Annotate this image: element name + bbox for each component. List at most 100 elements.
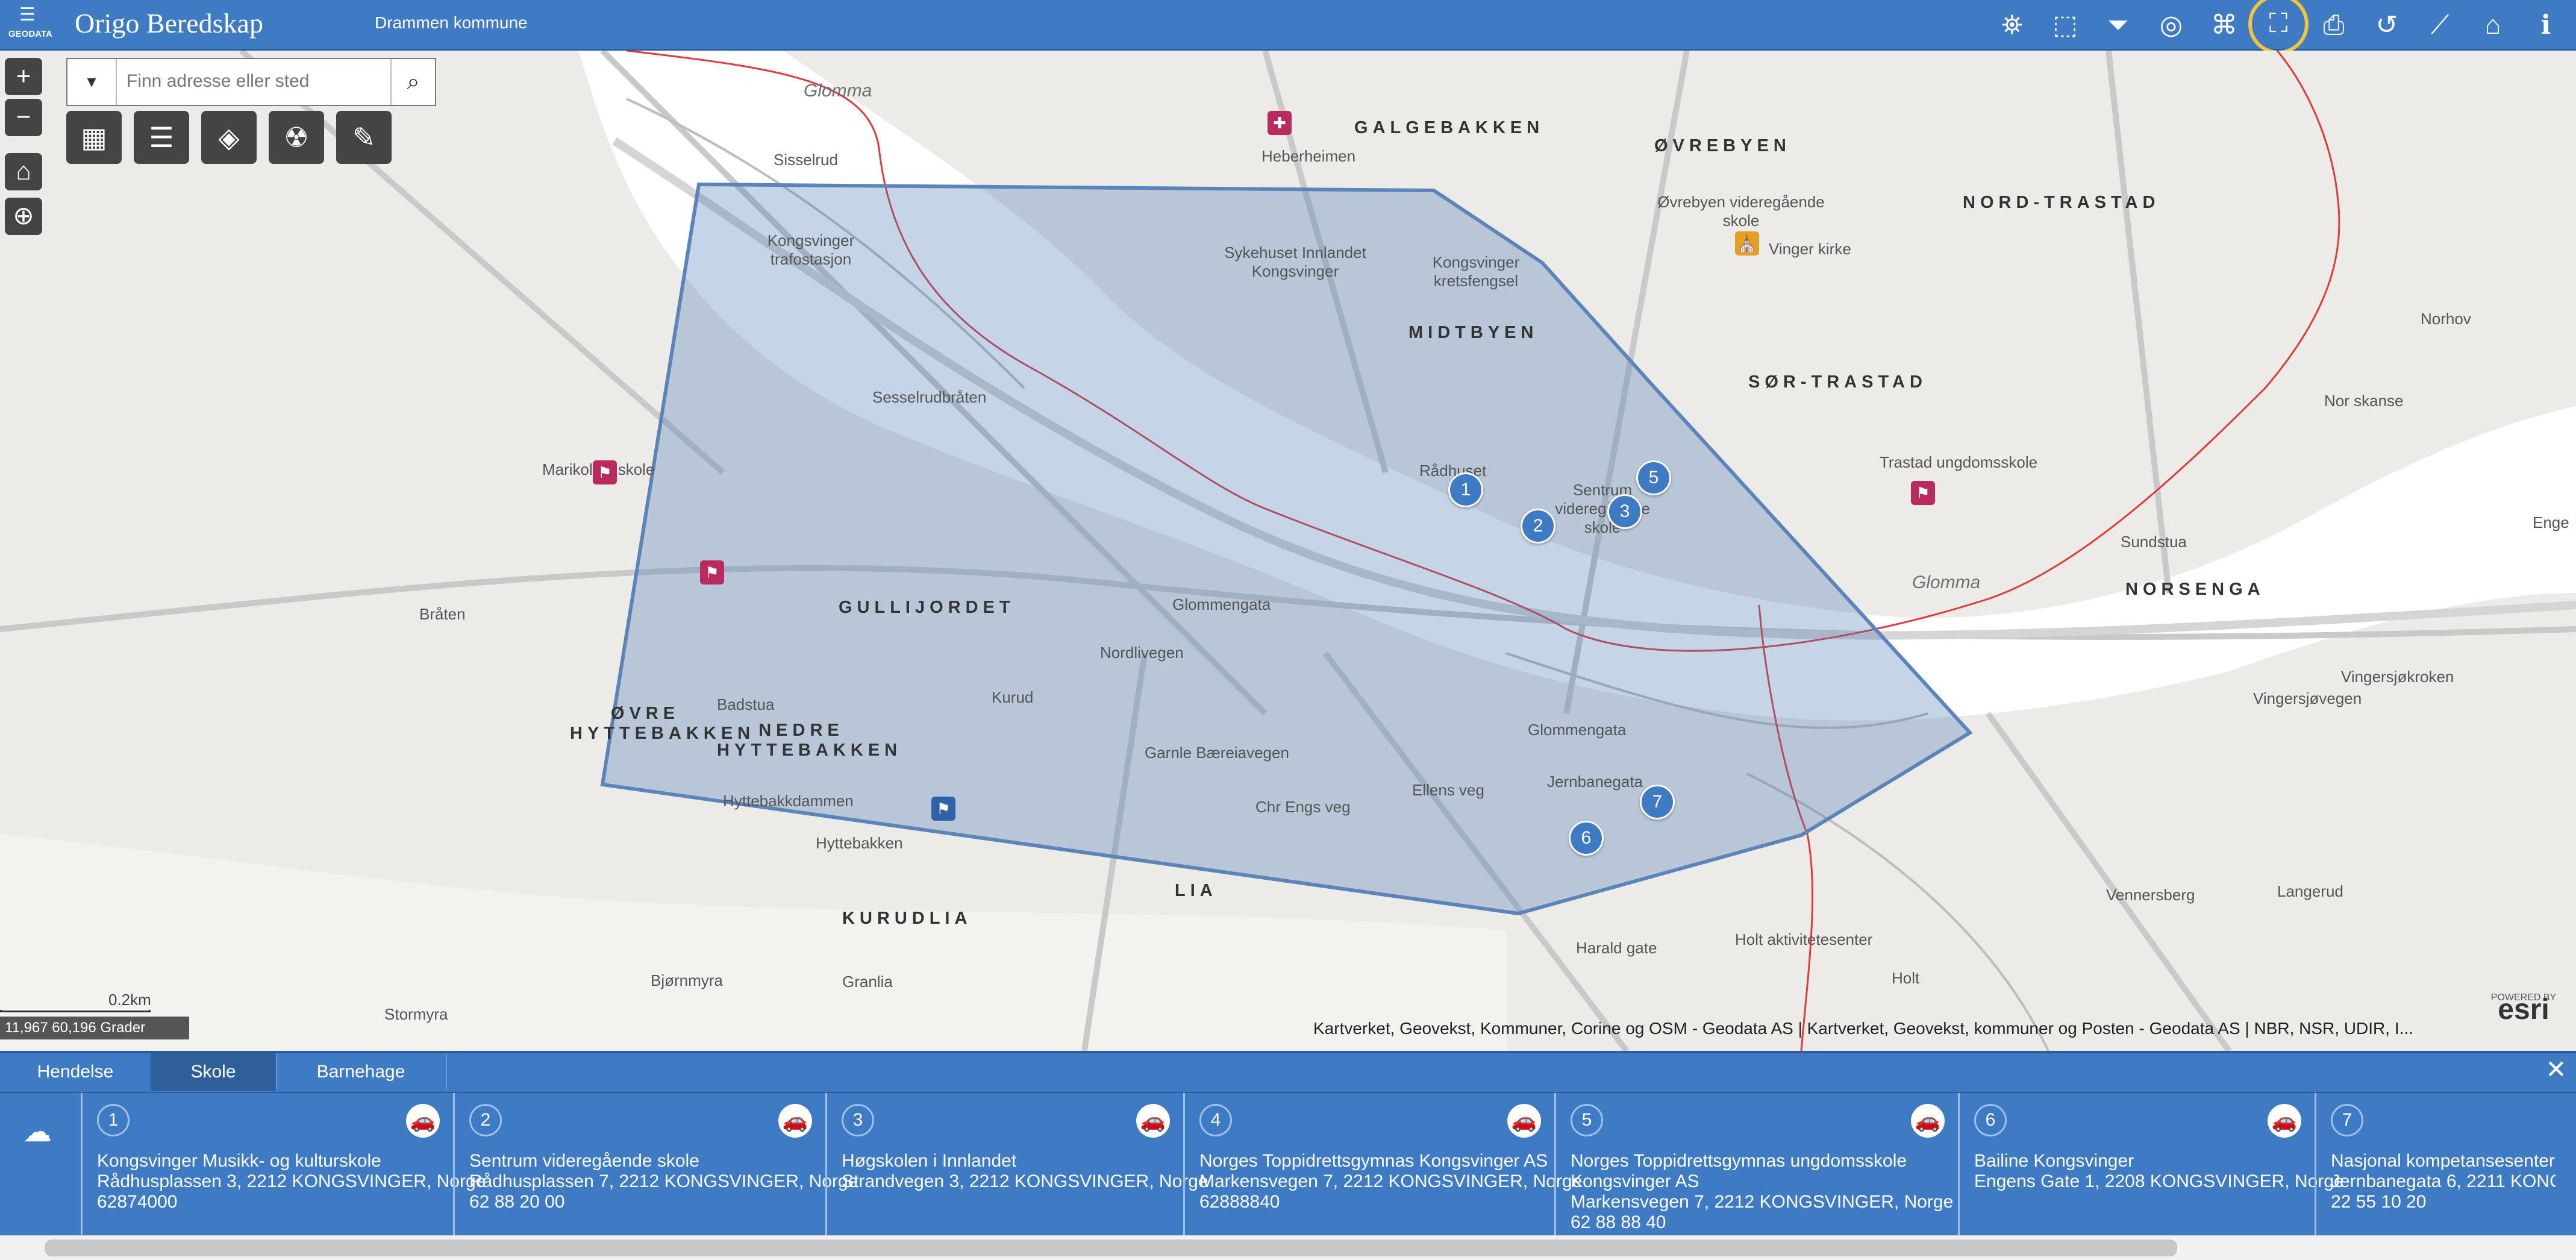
map-label: Bråten [419, 605, 466, 623]
result-number: 1 [97, 1104, 130, 1136]
geodata-stack-icon: ☰ [19, 5, 36, 25]
map-label: Nordlivegen [1100, 644, 1184, 662]
map-label: Trastad ungdomsskole [1880, 453, 2038, 471]
result-marker[interactable]: 2 [1521, 509, 1555, 544]
map-label: Jernbanegata [1547, 773, 1643, 791]
municipality-label: Drammen kommune [375, 13, 528, 32]
esri-logo: esri [2498, 994, 2549, 1026]
map-label: Vingersjøvegen [2253, 689, 2362, 707]
map-label: Glommengata [1172, 595, 1271, 613]
result-card[interactable]: 4 🚗 Norges Toppidrettsgymnas Kongsvinger… [1183, 1093, 1582, 1240]
palette-icon[interactable]: ☢ [269, 111, 324, 164]
map-label: Hyttebakken [816, 834, 903, 852]
filter-icon[interactable]: ⏷ [2094, 4, 2142, 47]
result-name: Nasjonal kompetansesenter i S [2331, 1151, 2556, 1171]
tab-skole[interactable]: Skole [151, 1053, 277, 1091]
result-card[interactable]: 2 🚗 Sentrum videregående skole Rådhuspla… [453, 1093, 858, 1240]
results-panel: Hendelse Skole Barnehage ✕ ☁ 1 🚗 Kongsvi… [0, 1051, 2576, 1240]
scrollbar-thumb[interactable] [45, 1240, 2177, 1256]
home-icon[interactable]: ⌂ [5, 153, 42, 190]
result-address: Rådhusplassen 3, 2212 KONGSVINGER, Norge [97, 1171, 486, 1191]
analysis-icon[interactable]: ⌘ [2200, 4, 2248, 47]
map-label: Granlia [842, 973, 893, 991]
map-label: Sundstua [2121, 533, 2187, 551]
map-styles-icon[interactable]: ⛯ [1988, 4, 2036, 47]
measure-icon[interactable]: ⟋ [2416, 4, 2464, 47]
search-dropdown-icon[interactable]: ▾ [67, 59, 117, 105]
result-card[interactable]: 3 🚗 Høgskolen i Innlandet Strandvegen 3,… [825, 1093, 1208, 1240]
map-label: Langerud [2277, 882, 2343, 900]
result-marker[interactable]: 3 [1607, 494, 1642, 529]
result-number: 2 [469, 1104, 502, 1136]
car-icon[interactable]: 🚗 [1507, 1104, 1541, 1138]
result-address: Markensvegen 7, 2212 KONGSVINGER, Norge [1571, 1192, 1954, 1212]
result-card[interactable]: 5 🚗 Norges Toppidrettsgymnas ungdomsskol… [1554, 1093, 1958, 1240]
zoom-out-button[interactable]: − [5, 99, 42, 136]
scale-label: 0.2km [108, 991, 151, 1009]
result-address: Engens Gate 1, 2208 KONGSVINGER, Norge [1974, 1171, 2344, 1191]
map-label: Kongsvinger trafostasjon [767, 231, 855, 268]
result-name: Sentrum videregående skole [469, 1151, 699, 1171]
locate-icon[interactable]: ⊕ [5, 198, 42, 235]
car-icon[interactable]: 🚗 [2268, 1104, 2301, 1138]
result-phone: 62 88 20 00 [469, 1192, 565, 1212]
map-label: MIDTBYEN [1408, 323, 1539, 342]
result-phone: 62874000 [97, 1192, 178, 1212]
car-icon[interactable]: 🚗 [406, 1104, 440, 1138]
map-label: Chr Engs veg [1255, 798, 1351, 816]
car-icon[interactable]: 🚗 [778, 1104, 812, 1138]
tab-barnehage[interactable]: Barnehage [276, 1053, 447, 1091]
top-bar: ☰ GEODATA Origo Beredskap Drammen kommun… [0, 0, 2576, 54]
map-label: Hyttebakkdammen [723, 792, 854, 810]
info-icon[interactable]: ℹ [2522, 4, 2570, 47]
legend-list-icon[interactable]: ☰ [134, 111, 189, 164]
map-label: Glommengata [1528, 721, 1627, 739]
school-poi-icon[interactable]: ⚑ [593, 460, 617, 484]
car-icon[interactable]: 🚗 [1136, 1104, 1170, 1138]
close-icon[interactable]: ✕ [2542, 1056, 2570, 1083]
map-view[interactable]: Glomma Sisselrud Heberheimen GALGEBAKKEN… [0, 51, 2576, 1051]
result-card[interactable]: 1 🚗 Kongsvinger Musikk- og kulturskole R… [81, 1093, 486, 1240]
geodata-logo: ☰ GEODATA [8, 5, 52, 46]
map-label: Ellens veg [1412, 781, 1484, 799]
result-marker[interactable]: 6 [1569, 821, 1604, 856]
map-label: LIA [1175, 881, 1218, 900]
map-attribution: Kartverket, Geovekst, Kommuner, Corine o… [1313, 1019, 2413, 1038]
car-icon[interactable]: 🚗 [1911, 1104, 1945, 1138]
download-icon[interactable]: ☁ [10, 1111, 65, 1153]
kindergarten-poi-icon[interactable]: ⚑ [931, 797, 955, 821]
grid-icon[interactable]: ▦ [66, 111, 122, 164]
map-label: Bjørnmyra [651, 971, 723, 989]
zoom-in-button[interactable]: + [5, 58, 42, 95]
pen-marker-icon[interactable]: ✎ [336, 111, 392, 164]
result-marker[interactable]: 5 [1636, 460, 1671, 495]
tab-hendelse[interactable]: Hendelse [0, 1053, 152, 1091]
search-box: ▾ ⌕ [66, 58, 436, 106]
compass-icon[interactable]: ◎ [2147, 4, 2195, 47]
layers-icon[interactable]: ◈ [201, 111, 257, 164]
print-icon[interactable]: ⎙ [2310, 4, 2358, 47]
map-label: Øvrebyen videregående skole [1657, 193, 1825, 230]
school-poi-icon[interactable]: ⚑ [1911, 481, 1935, 505]
school-poi-icon[interactable]: ⚑ [700, 560, 724, 585]
basemap-icon[interactable]: ⬚ [2041, 4, 2089, 47]
search-input[interactable] [125, 67, 381, 95]
map-label: NORSENGA [2125, 580, 2265, 599]
map-label: Heberheimen [1261, 147, 1356, 165]
horizontal-scrollbar[interactable] [0, 1235, 2576, 1260]
results-list: ☁ 1 🚗 Kongsvinger Musikk- og kulturskole… [0, 1092, 2576, 1240]
map-label: Enge [2533, 513, 2569, 531]
result-marker[interactable]: 1 [1448, 472, 1483, 507]
result-marker[interactable]: 7 [1640, 785, 1675, 820]
school-icon[interactable]: ⌂ [2469, 4, 2517, 47]
map-label: Norhov [2421, 310, 2471, 328]
result-name: Norges Toppidrettsgymnas Kongsvinger AS [1199, 1151, 1548, 1171]
result-card[interactable]: 7 Nasjonal kompetansesenter i S Jernbane… [2315, 1093, 2556, 1240]
hospital-poi-icon[interactable]: ✚ [1268, 111, 1292, 135]
result-card[interactable]: 6 🚗 Bailine Kongsvinger Engens Gate 1, 2… [1958, 1093, 2344, 1240]
search-icon[interactable]: ⌕ [390, 59, 435, 105]
map-label: Badstua [717, 695, 775, 713]
history-icon[interactable]: ↺ [2363, 4, 2411, 47]
area-select-icon[interactable]: ⛶ [2248, 0, 2309, 54]
church-poi-icon[interactable]: ⛪ [1735, 231, 1759, 255]
